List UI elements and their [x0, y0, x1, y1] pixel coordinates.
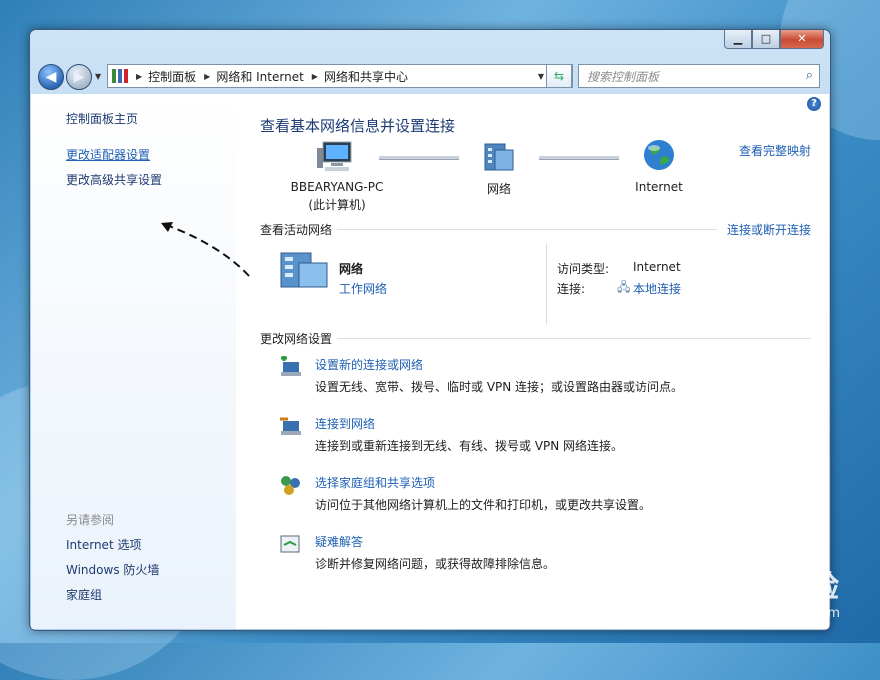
breadcrumb-control-panel[interactable]: 控制面板: [148, 68, 196, 85]
back-button[interactable]: ◀: [38, 64, 64, 90]
control-panel-window: ▁ □ ✕ ◀ ▶ ▼ ▶ 控制面板 ▶ 网络和 Internet ▶ 网络和共…: [29, 29, 831, 631]
minimize-button[interactable]: ▁: [724, 30, 752, 49]
breadcrumb-separator-icon[interactable]: ▶: [312, 72, 318, 81]
watermark-brand: Baidu 经验: [665, 570, 840, 605]
connect-network-link[interactable]: 连接到网络: [315, 415, 375, 432]
breadcrumb-separator-icon[interactable]: ▶: [136, 72, 142, 81]
recent-pages-dropdown[interactable]: ▼: [95, 72, 101, 81]
network-name: 网络: [339, 262, 364, 276]
computer-name: BBEARYANG-PC: [290, 180, 384, 194]
setup-connection-desc: 设置无线、宽带、拨号、临时或 VPN 连接；或设置路由器或访问点。: [315, 380, 684, 394]
network-node[interactable]: [483, 140, 515, 177]
main-content: ? 查看基本网络信息并设置连接 查看完整映射 BBEARYANG-PC (此计算…: [237, 94, 829, 629]
forward-arrow-icon: ▶: [73, 69, 85, 85]
watermark-url: jingyan.baidu.com: [720, 606, 840, 621]
setup-connection-link[interactable]: 设置新的连接或网络: [315, 356, 423, 373]
forward-button[interactable]: ▶: [66, 64, 92, 90]
connect-network-desc: 连接到或重新连接到无线、有线、拨号或 VPN 网络连接。: [315, 439, 624, 453]
sidebar: 控制面板主页 更改适配器设置 更改高级共享设置 另请参阅 Internet 选项…: [31, 94, 250, 629]
watermark-logo: Baidu 经验 jingyan.baidu.com: [665, 562, 840, 621]
network-building-icon: [484, 143, 514, 171]
close-button[interactable]: ✕: [780, 30, 824, 49]
divider: [337, 338, 811, 339]
connect-network-icon: [280, 417, 301, 435]
breadcrumb-network-internet[interactable]: 网络和 Internet: [216, 68, 303, 85]
network-node-label: 网络: [486, 182, 511, 196]
computer-node[interactable]: [317, 140, 357, 177]
window-body: 控制面板主页 更改适配器设置 更改高级共享设置 另请参阅 Internet 选项…: [31, 94, 829, 629]
see-also-heading: 另请参阅: [66, 513, 115, 527]
troubleshoot-icon: [280, 535, 300, 553]
connection-label: 连接:: [557, 282, 586, 296]
homegroup-sharing-link[interactable]: 选择家庭组和共享选项: [315, 474, 435, 491]
new-connection-icon: [281, 356, 301, 376]
vertical-divider: [546, 244, 547, 324]
active-network-icon[interactable]: [279, 249, 331, 289]
maximize-button[interactable]: □: [752, 30, 780, 49]
troubleshoot-link[interactable]: 疑难解答: [315, 533, 363, 550]
search-icon[interactable]: ⌕: [806, 68, 813, 83]
change-advanced-sharing-link[interactable]: 更改高级共享设置: [66, 171, 162, 188]
map-link-line: [379, 156, 459, 160]
address-bar[interactable]: ▶ 控制面板 ▶ 网络和 Internet ▶ 网络和共享中心 ▼: [107, 64, 573, 88]
sidebar-home-link[interactable]: 控制面板主页: [66, 110, 138, 127]
address-dropdown-icon[interactable]: ▼: [538, 72, 544, 81]
globe-icon: [644, 140, 674, 170]
refresh-icon: ⇆: [553, 69, 565, 83]
computer-sub: (此计算机): [308, 198, 366, 212]
active-networks-heading: 查看活动网络: [260, 223, 333, 237]
control-panel-icon: [112, 69, 128, 83]
local-connection-icon: 🖧: [617, 280, 631, 294]
network-type-link[interactable]: 工作网络: [339, 280, 387, 297]
internet-node[interactable]: [642, 138, 676, 175]
computer-node-label: BBEARYANG-PC (此计算机): [267, 180, 407, 213]
help-icon[interactable]: ?: [807, 97, 821, 111]
homegroup-icon: [281, 476, 300, 495]
search-box[interactable]: 搜索控制面板 ⌕: [578, 64, 820, 88]
breadcrumb-separator-icon[interactable]: ▶: [204, 72, 210, 81]
map-link-line: [539, 156, 619, 160]
homegroup-link[interactable]: 家庭组: [66, 586, 102, 603]
access-type-value: Internet: [633, 260, 681, 274]
windows-firewall-link[interactable]: Windows 防火墙: [66, 561, 159, 578]
internet-node-label: Internet: [635, 180, 683, 194]
annotation-arrow-icon: [161, 222, 250, 277]
caption-buttons: ▁ □ ✕: [724, 30, 824, 49]
view-full-map-link[interactable]: 查看完整映射: [739, 142, 811, 159]
change-adapter-settings-link[interactable]: 更改适配器设置: [66, 146, 150, 163]
homegroup-sharing-desc: 访问位于其他网络计算机上的文件和打印机，或更改共享设置。: [315, 498, 652, 512]
breadcrumb-network-sharing-center[interactable]: 网络和共享中心: [324, 68, 408, 85]
local-connection-link[interactable]: 本地连接: [633, 280, 681, 297]
refresh-button[interactable]: ⇆: [546, 64, 572, 88]
page-title: 查看基本网络信息并设置连接: [260, 117, 456, 135]
internet-options-link[interactable]: Internet 选项: [66, 536, 141, 553]
change-settings-heading: 更改网络设置: [260, 332, 333, 346]
troubleshoot-desc: 诊断并修复网络问题，或获得故障排除信息。: [315, 557, 556, 571]
divider: [337, 229, 717, 230]
connect-disconnect-link[interactable]: 连接或断开连接: [727, 221, 811, 238]
access-type-label: 访问类型:: [557, 262, 610, 276]
back-arrow-icon: ◀: [45, 69, 57, 85]
search-input[interactable]: 搜索控制面板: [587, 68, 659, 85]
computer-icon: [317, 141, 352, 171]
